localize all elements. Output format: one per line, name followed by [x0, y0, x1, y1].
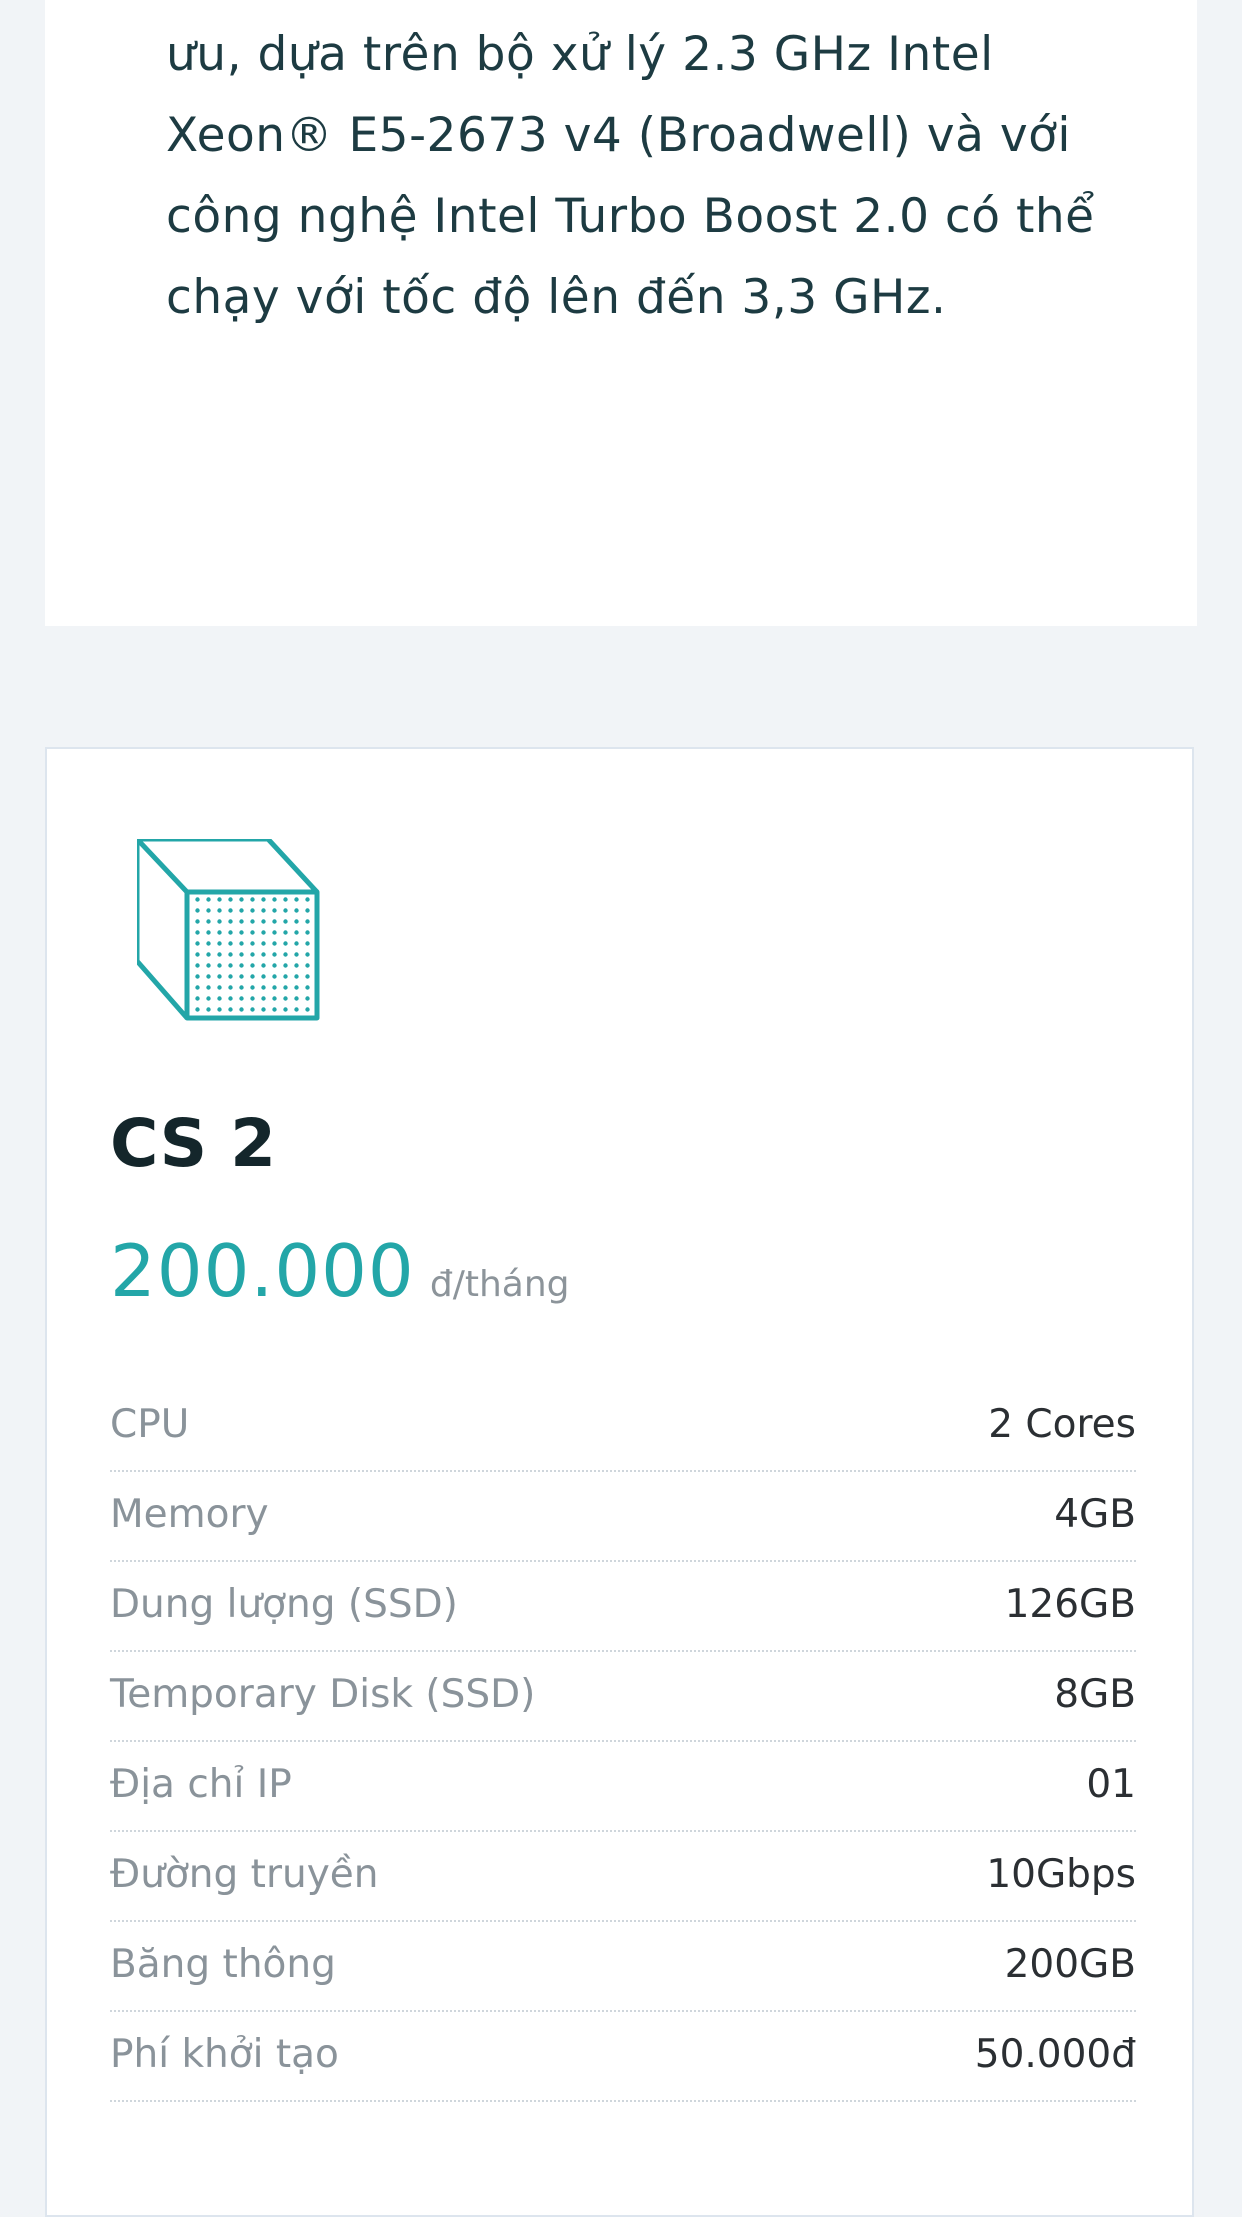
- spec-row-memory: Memory 4GB: [110, 1472, 1136, 1562]
- price-value: 200.000: [110, 1229, 415, 1313]
- price-unit: đ/tháng: [429, 1264, 570, 1305]
- spec-label: Đường truyền: [110, 1852, 379, 1897]
- spec-label: Băng thông: [110, 1942, 336, 1987]
- spec-value: 01: [1086, 1762, 1136, 1807]
- plan-card: CS 2 200.000 đ/tháng CPU 2 Cores Memory …: [45, 747, 1194, 2217]
- spec-row-ip: Địa chỉ IP 01: [110, 1742, 1136, 1832]
- spec-value: 4GB: [1054, 1492, 1136, 1537]
- spec-label: Địa chỉ IP: [110, 1762, 292, 1807]
- spec-label: Memory: [110, 1492, 269, 1537]
- spec-value: 200GB: [1004, 1942, 1136, 1987]
- plan-title: CS 2: [110, 1105, 277, 1182]
- spec-value: 8GB: [1054, 1672, 1136, 1717]
- spec-value: 50.000đ: [974, 2032, 1136, 2077]
- description-card: ưu, dựa trên bộ xử lý 2.3 GHz Intel Xeon…: [45, 0, 1197, 626]
- price-row: 200.000 đ/tháng: [110, 1229, 569, 1313]
- spec-label: Temporary Disk (SSD): [110, 1672, 536, 1717]
- description-text: ưu, dựa trên bộ xử lý 2.3 GHz Intel Xeon…: [166, 27, 1095, 325]
- spec-row-temp-disk: Temporary Disk (SSD) 8GB: [110, 1652, 1136, 1742]
- spec-label: Phí khởi tạo: [110, 2032, 339, 2077]
- spec-row-network: Đường truyền 10Gbps: [110, 1832, 1136, 1922]
- spec-row-storage: Dung lượng (SSD) 126GB: [110, 1562, 1136, 1652]
- spec-label: Dung lượng (SSD): [110, 1582, 458, 1627]
- spec-list: CPU 2 Cores Memory 4GB Dung lượng (SSD) …: [110, 1382, 1136, 2102]
- spec-row-bandwidth: Băng thông 200GB: [110, 1922, 1136, 2012]
- spec-row-setup-fee: Phí khởi tạo 50.000đ: [110, 2012, 1136, 2102]
- spec-value: 126GB: [1004, 1582, 1136, 1627]
- spec-value: 10Gbps: [986, 1852, 1136, 1897]
- cube-icon: [137, 839, 320, 1021]
- spec-value: 2 Cores: [988, 1402, 1136, 1447]
- spec-label: CPU: [110, 1402, 190, 1447]
- spec-row-cpu: CPU 2 Cores: [110, 1382, 1136, 1472]
